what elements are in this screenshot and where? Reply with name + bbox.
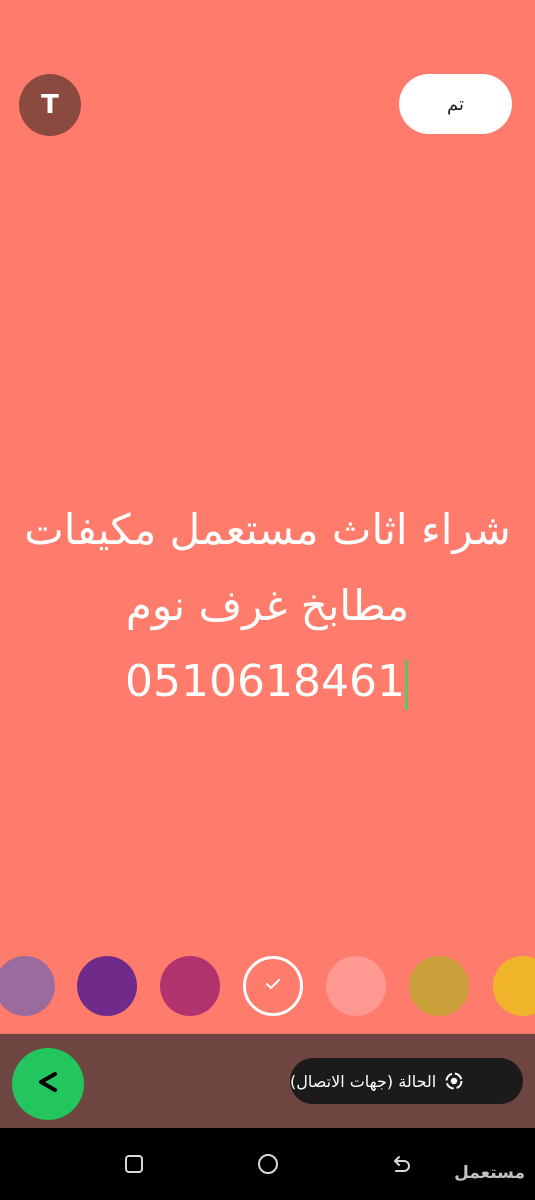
phone-number: 0510618461 (125, 656, 405, 707)
status-ring-icon (444, 1071, 464, 1091)
color-swatch-mustard[interactable] (409, 956, 469, 1016)
watermark-logo: مستعمل (454, 1163, 525, 1183)
text-cursor (404, 659, 408, 710)
watermark-text: مستعمل (454, 1163, 525, 1183)
font-style-label: T (41, 90, 59, 120)
status-audience-selector[interactable]: الحالة (جهات الاتصال) (290, 1058, 523, 1104)
done-button[interactable]: تم (399, 74, 512, 134)
color-swatch-coral[interactable] (243, 956, 303, 1016)
status-text-editor[interactable]: شراء اثاث مستعمل مكيفات مطابخ غرف نوم 05… (20, 492, 515, 720)
color-swatch-light-pink[interactable] (326, 956, 386, 1016)
back-icon[interactable] (387, 1150, 415, 1178)
status-text-line-3: 0510618461 (20, 644, 515, 720)
recents-icon[interactable] (120, 1150, 148, 1178)
status-text-line-1: شراء اثاث مستعمل مكيفات (24, 505, 511, 554)
send-arrow-icon (35, 1069, 61, 1099)
font-style-button[interactable]: T (19, 74, 81, 136)
color-swatch-purple[interactable] (77, 956, 137, 1016)
done-label: تم (447, 93, 464, 115)
checkmark-icon (263, 974, 283, 998)
status-audience-label: الحالة (جهات الاتصال) (290, 1071, 437, 1091)
home-icon[interactable] (254, 1150, 282, 1178)
color-swatch-magenta[interactable] (160, 956, 220, 1016)
status-text-line-2: مطابخ غرف نوم (125, 581, 410, 630)
send-button[interactable] (12, 1048, 84, 1120)
